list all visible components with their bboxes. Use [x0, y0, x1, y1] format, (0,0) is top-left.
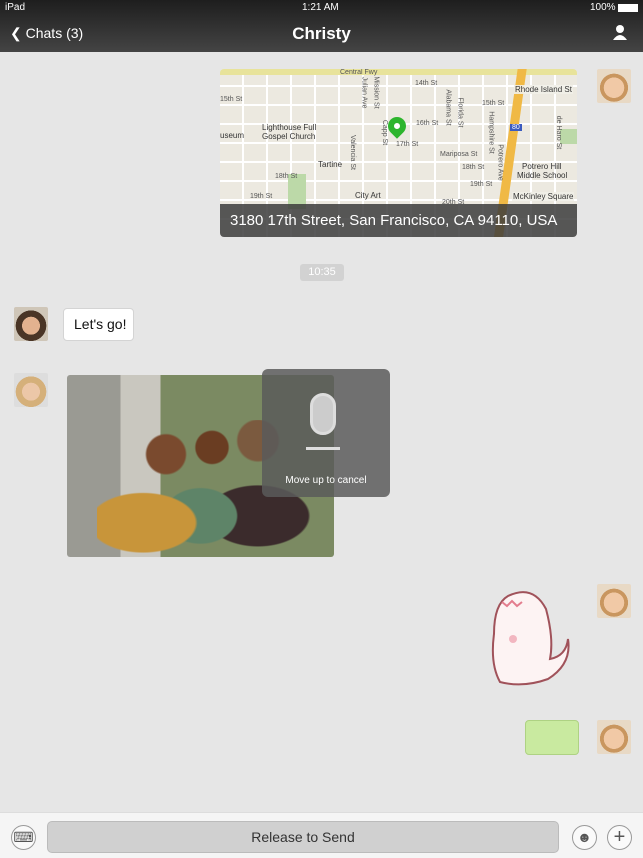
- map-label: Julian Ave: [360, 76, 368, 109]
- map-label: Tartine: [318, 160, 343, 169]
- location-message[interactable]: Central Fwy 14th St 15th St 15th St 16th…: [220, 69, 577, 237]
- timestamp: 10:35: [300, 264, 344, 281]
- map-label: 15th St: [482, 100, 505, 107]
- map-label: McKinley Square: [512, 192, 575, 201]
- clock: 1:21 AM: [302, 2, 339, 13]
- avatar[interactable]: [14, 373, 48, 407]
- input-bar: ⌨ Release to Send ☻ +: [0, 812, 643, 858]
- device-label: iPad: [5, 2, 26, 13]
- dinosaur-sticker[interactable]: [488, 584, 572, 690]
- voice-recording-overlay: Move up to cancel: [262, 369, 390, 497]
- interstate-shield: 80: [510, 124, 522, 131]
- top-bar: iPad 1:21 AM 100% ❮ Chats (3) Christy: [0, 0, 643, 52]
- map-label: Alabama St: [444, 89, 452, 126]
- map-label: 19th St: [250, 193, 273, 200]
- plus-icon[interactable]: +: [607, 825, 632, 850]
- map-label: Potrero Ave: [496, 144, 504, 181]
- map-label: 17th St: [396, 141, 419, 148]
- cancel-hint: Move up to cancel: [285, 475, 367, 486]
- map-label: 19th St: [470, 181, 493, 188]
- battery-percent: 100%: [590, 2, 616, 13]
- map-label: Lighthouse Full: [262, 123, 317, 132]
- page-title: Christy: [292, 24, 351, 43]
- map-label: Florida St: [456, 97, 464, 128]
- avatar[interactable]: [597, 720, 631, 754]
- person-icon[interactable]: [612, 24, 628, 40]
- map-label: 16th St: [416, 120, 439, 127]
- map-label: Middle School: [517, 171, 568, 180]
- battery-icon: [618, 4, 638, 12]
- map-label: City Art: [355, 191, 381, 200]
- voice-message-bubble[interactable]: [525, 720, 579, 755]
- map-label: Mariposa St: [440, 151, 478, 158]
- map-label: Hampshire St: [487, 111, 495, 154]
- map-address: 3180 17th Street, San Francisco, CA 9411…: [220, 204, 577, 237]
- map-label: Mission St: [372, 76, 380, 109]
- map-label: Potrero Hill: [522, 162, 562, 171]
- avatar[interactable]: [597, 584, 631, 618]
- map-label: Central Fwy: [340, 69, 378, 76]
- message-bubble[interactable]: Let's go!: [63, 308, 134, 341]
- map-label: useum: [220, 131, 245, 140]
- map-label: Valencia St: [348, 135, 356, 170]
- map-label: de Haro St: [555, 115, 563, 150]
- map-label: Rhode Island St: [514, 85, 573, 94]
- emoji-icon[interactable]: ☻: [572, 825, 597, 850]
- map-label: 14th St: [415, 80, 438, 87]
- avatar[interactable]: [14, 307, 48, 341]
- map-label: 18th St: [275, 173, 298, 180]
- map-label: 15th St: [220, 96, 243, 103]
- avatar[interactable]: [597, 69, 631, 103]
- microphone-icon: [310, 393, 336, 435]
- map-label: 18th St: [462, 164, 485, 171]
- hold-to-talk-button[interactable]: Release to Send: [47, 821, 559, 853]
- keyboard-icon[interactable]: ⌨: [11, 825, 36, 850]
- map-label: Gospel Church: [262, 132, 316, 141]
